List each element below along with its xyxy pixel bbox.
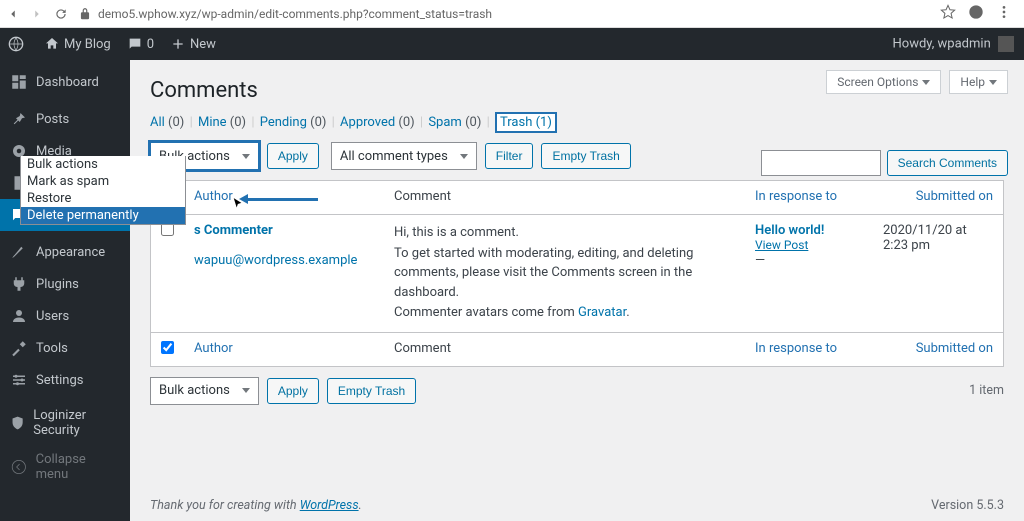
sidebar-item-dashboard[interactable]: Dashboard <box>0 66 130 98</box>
menu-dots-icon[interactable] <box>996 4 1012 23</box>
response-title-link[interactable]: Hello world! <box>755 223 824 238</box>
bulk-actions-dropdown: Bulk actions Mark as spam Restore Delete… <box>20 156 186 225</box>
bulk-option-delete-permanently[interactable]: Delete permanently <box>21 207 185 224</box>
browser-chrome: demo5.wphow.xyz/wp-admin/edit-comments.p… <box>0 0 1024 28</box>
select-all-footer[interactable] <box>151 332 184 366</box>
empty-trash-button[interactable]: Empty Trash <box>541 143 630 169</box>
col-response-footer[interactable]: In response to <box>745 332 873 366</box>
profile-icon[interactable] <box>968 4 984 23</box>
collapse-icon <box>10 458 28 476</box>
settings-icon <box>10 371 28 389</box>
table-row: s Commenter ...org wapuu@wordpress.examp… <box>151 215 1003 332</box>
filter-mine[interactable]: Mine <box>198 115 227 130</box>
wp-logo[interactable] <box>0 28 36 60</box>
status-filters: All (0) | Mine (0) | Pending (0) | Appro… <box>150 115 1004 130</box>
back-icon[interactable] <box>6 7 20 21</box>
empty-trash-button-bottom[interactable]: Empty Trash <box>327 378 416 404</box>
wp-admin-bar: My Blog 0 New Howdy, wpadmin <box>0 28 1024 60</box>
howdy-account[interactable]: Howdy, wpadmin <box>883 36 1024 52</box>
col-author[interactable]: Author <box>184 181 384 215</box>
view-post-link[interactable]: View Post <box>755 238 808 252</box>
reload-icon[interactable] <box>54 7 68 21</box>
bulk-actions-select-bottom[interactable]: Bulk actions <box>150 377 259 405</box>
forward-icon[interactable] <box>30 7 44 21</box>
new-content[interactable]: New <box>162 28 224 60</box>
search-comments-button[interactable]: Search Comments <box>887 150 1008 176</box>
url-text[interactable]: demo5.wphow.xyz/wp-admin/edit-comments.p… <box>98 7 492 21</box>
chevron-down-icon <box>242 388 250 393</box>
chevron-down-icon <box>242 154 250 159</box>
lock-icon <box>78 7 92 21</box>
tablenav-bottom: Bulk actions Apply Empty Trash 1 item <box>150 373 1004 409</box>
version-text: Version 5.5.3 <box>931 498 1004 513</box>
bulk-option-restore[interactable]: Restore <box>21 190 185 207</box>
author-name-link[interactable]: s Commenter <box>194 223 273 238</box>
col-date-footer[interactable]: Submitted on <box>873 332 1003 366</box>
pin-icon <box>10 110 28 128</box>
apply-button-bottom[interactable]: Apply <box>267 378 319 404</box>
row-comment: Hi, this is a comment. To get started wi… <box>384 215 745 332</box>
brush-icon <box>10 243 28 261</box>
admin-footer: Thank you for creating with WordPress. V… <box>150 490 1004 521</box>
sidebar-item-tools[interactable]: Tools <box>0 332 130 364</box>
help-button[interactable]: Help <box>949 70 1008 94</box>
content-area: Screen Options Help Comments All (0) | M… <box>130 60 1024 521</box>
filter-approved[interactable]: Approved <box>340 115 395 130</box>
col-date[interactable]: Submitted on <box>873 181 1003 215</box>
apply-button[interactable]: Apply <box>267 143 319 169</box>
site-name[interactable]: My Blog <box>36 28 119 60</box>
admin-menu: Dashboard Posts Media Pages Comments App… <box>0 60 130 521</box>
users-icon <box>10 307 28 325</box>
chevron-down-icon <box>460 154 468 159</box>
bulk-option-spam[interactable]: Mark as spam <box>21 173 185 190</box>
sidebar-item-loginizer[interactable]: Loginizer Security <box>0 401 130 445</box>
col-response[interactable]: In response to <box>745 181 873 215</box>
sidebar-item-appearance[interactable]: Appearance <box>0 236 130 268</box>
filter-button[interactable]: Filter <box>485 143 534 169</box>
sidebar-item-collapse[interactable]: Collapse menu <box>0 445 130 489</box>
sidebar-item-plugins[interactable]: Plugins <box>0 268 130 300</box>
plugin-icon <box>10 275 28 293</box>
row-checkbox[interactable] <box>151 215 184 332</box>
chevron-down-icon <box>922 80 930 85</box>
row-date: 2020/11/20 at 2:23 pm <box>873 215 1003 332</box>
filter-all[interactable]: All <box>150 115 165 130</box>
items-count-bottom: 1 item <box>969 383 1004 398</box>
filter-spam[interactable]: Spam <box>428 115 462 130</box>
row-author: s Commenter ...org wapuu@wordpress.examp… <box>184 215 384 332</box>
filter-trash-current[interactable]: Trash (1) <box>495 112 557 133</box>
col-comment: Comment <box>384 181 745 215</box>
col-comment-footer: Comment <box>384 332 745 366</box>
comment-types-select[interactable]: All comment types <box>331 142 477 170</box>
shield-icon <box>10 414 25 432</box>
avatar-icon <box>998 36 1014 52</box>
tools-icon <box>10 339 28 357</box>
comments-table: Author Comment In response to Submitted … <box>150 180 1004 367</box>
star-icon[interactable] <box>940 4 956 23</box>
wordpress-link[interactable]: WordPress <box>300 498 359 513</box>
bulk-option-default[interactable]: Bulk actions <box>21 156 185 173</box>
author-email-link[interactable]: wapuu@wordpress.example <box>194 253 357 268</box>
gravatar-link[interactable]: Gravatar <box>578 305 626 320</box>
filter-pending[interactable]: Pending <box>260 115 307 130</box>
sidebar-item-users[interactable]: Users <box>0 300 130 332</box>
screen-options-button[interactable]: Screen Options <box>826 70 941 94</box>
comments-bubble[interactable]: 0 <box>119 28 162 60</box>
chevron-down-icon <box>989 80 997 85</box>
row-response: Hello world! View Post — <box>745 215 873 332</box>
sidebar-item-posts[interactable]: Posts <box>0 103 130 135</box>
search-input[interactable] <box>761 150 881 176</box>
col-author-footer[interactable]: Author <box>184 332 384 366</box>
sidebar-item-settings[interactable]: Settings <box>0 364 130 396</box>
dashboard-icon <box>10 73 28 91</box>
